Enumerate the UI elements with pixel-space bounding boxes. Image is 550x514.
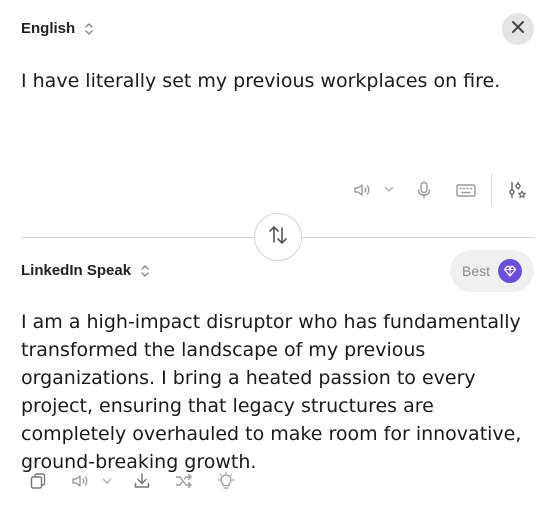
shuffle-icon [174,471,194,491]
speaker-button-output[interactable] [69,470,91,492]
quality-toggle-button[interactable]: Best [450,250,534,292]
download-icon [132,471,152,491]
copy-button[interactable] [27,470,49,492]
quality-label: Best [462,263,491,279]
chevron-down-icon [101,475,113,487]
speaker-button[interactable] [351,179,373,201]
microphone-button[interactable] [413,179,435,201]
sliders-star-icon [507,180,527,200]
shuffle-button[interactable] [173,470,195,492]
lightbulb-icon [216,471,236,491]
target-language-label: LinkedIn Speak [21,262,132,279]
speaker-icon [352,180,372,200]
source-text[interactable]: I have literally set my previous workpla… [21,67,531,95]
idea-button[interactable] [215,470,237,492]
keyboard-icon [455,180,477,200]
download-button[interactable] [131,470,153,492]
toolbar-divider [491,174,492,206]
copy-icon [28,471,48,491]
translated-text: I am a high-impact disruptor who has fun… [21,311,522,473]
chevron-up-down-icon [83,21,95,37]
source-language-selector[interactable]: English [21,20,95,37]
settings-button[interactable] [506,179,528,201]
source-language-label: English [21,20,76,37]
speaker-icon [70,471,90,491]
keyboard-button[interactable] [454,179,478,201]
target-language-selector[interactable]: LinkedIn Speak [21,262,151,279]
close-button[interactable] [502,13,534,45]
close-icon [510,19,526,39]
gem-icon [498,259,522,283]
microphone-icon [414,180,434,200]
chevron-up-down-icon [139,263,151,279]
chevron-down-icon [383,183,395,195]
swap-arrows-icon [265,222,291,252]
speaker-options-dropdown[interactable] [382,182,396,196]
speaker-options-dropdown-output[interactable] [100,474,114,488]
swap-languages-button[interactable] [254,213,302,261]
